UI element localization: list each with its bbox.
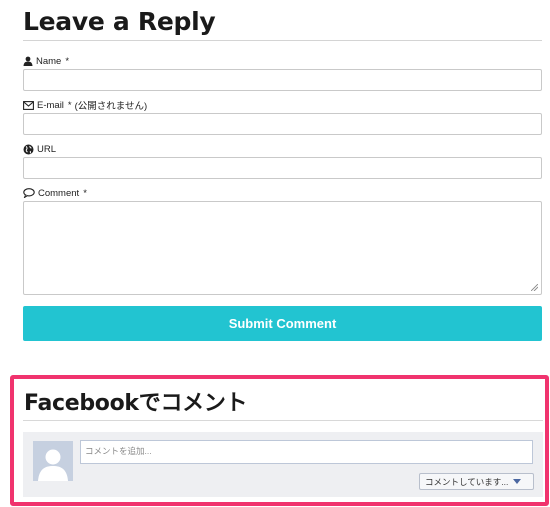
email-label: E-mail * (公開されません): [23, 98, 542, 112]
post-as-label: コメントしています...: [425, 476, 509, 487]
name-label-text: Name: [36, 55, 62, 67]
submit-comment-button[interactable]: Submit Comment: [23, 306, 542, 341]
required-mark: *: [83, 187, 87, 199]
facebook-comment-panel: コメントを追加... コメントしています...: [23, 432, 543, 497]
facebook-comments-section: Facebookでコメント コメントを追加... コメントしています...: [10, 375, 549, 506]
facebook-comment-placeholder: コメントを追加...: [85, 446, 152, 456]
url-label-text: URL: [37, 143, 57, 155]
url-input[interactable]: [23, 157, 542, 179]
facebook-comment-input[interactable]: コメントを追加...: [80, 440, 533, 464]
name-label: Name *: [23, 54, 542, 68]
avatar: [33, 441, 73, 481]
url-label: URL: [23, 142, 542, 156]
user-icon: [23, 56, 33, 66]
name-input[interactable]: [23, 69, 542, 91]
resize-handle-icon[interactable]: [531, 284, 538, 291]
speech-bubble-icon: [23, 188, 35, 198]
title-divider: [23, 40, 542, 41]
caret-down-icon: [513, 479, 522, 484]
comment-label: Comment *: [23, 186, 542, 200]
comment-textarea[interactable]: [23, 201, 542, 295]
facebook-title: Facebookでコメント: [24, 391, 248, 416]
required-mark: *: [65, 55, 70, 67]
email-label-text: E-mail: [37, 99, 64, 111]
email-input[interactable]: [23, 113, 542, 135]
default-avatar-icon: [33, 441, 73, 481]
reply-title: Leave a Reply: [23, 7, 216, 36]
globe-icon: [23, 144, 34, 154]
envelope-icon: [23, 100, 34, 110]
required-mark: *: [67, 99, 72, 111]
comment-label-text: Comment: [38, 187, 80, 199]
post-as-dropdown[interactable]: コメントしています...: [419, 473, 534, 490]
email-note: (公開されません): [74, 101, 148, 112]
leave-reply-section: Leave a Reply Name * E-mail * (公開されません) …: [23, 0, 542, 341]
facebook-title-divider: [23, 420, 543, 421]
